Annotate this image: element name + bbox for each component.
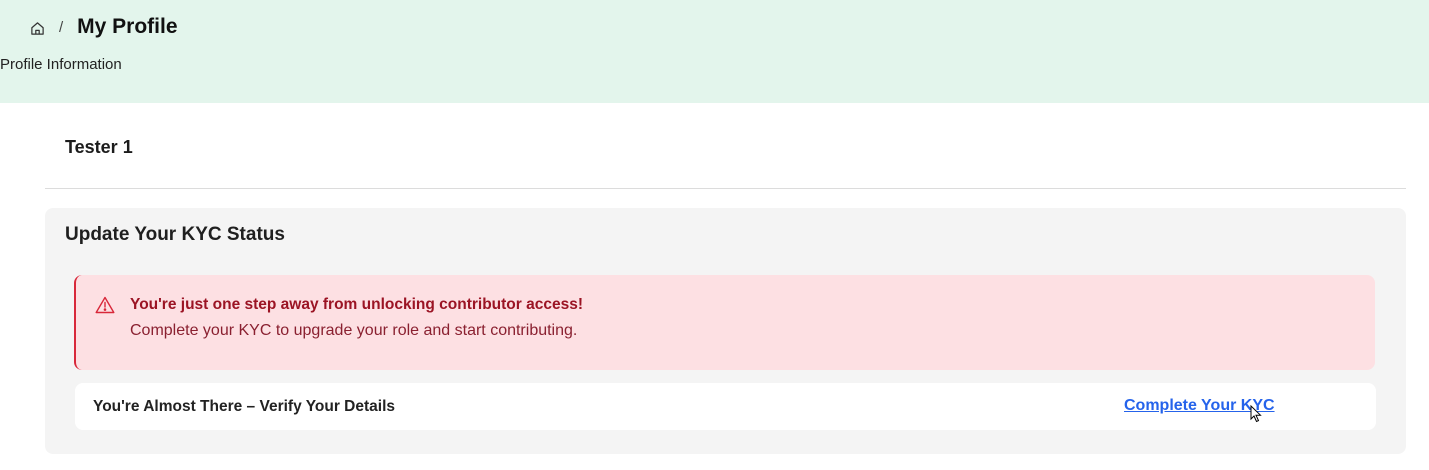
- page-header: / My Profile Profile Information: [0, 0, 1429, 103]
- home-icon[interactable]: [30, 21, 45, 36]
- complete-kyc-link[interactable]: Complete Your KYC: [1124, 397, 1275, 415]
- kyc-status-card: Update Your KYC Status You're just one s…: [45, 208, 1406, 454]
- alert-body: Complete your KYC to upgrade your role a…: [130, 322, 578, 339]
- kyc-heading: Update Your KYC Status: [65, 224, 285, 245]
- page-title: My Profile: [77, 15, 178, 38]
- breadcrumb: / My Profile: [30, 12, 178, 42]
- kyc-alert: You're just one step away from unlocking…: [74, 275, 1375, 370]
- profile-name: Tester 1: [65, 137, 133, 157]
- breadcrumb-separator: /: [59, 18, 64, 36]
- verify-details-row: You're Almost There – Verify Your Detail…: [75, 383, 1376, 430]
- verify-details-label: You're Almost There – Verify Your Detail…: [93, 398, 396, 415]
- page-subtitle: Profile Information: [0, 56, 122, 73]
- alert-title: You're just one step away from unlocking…: [130, 296, 583, 313]
- section-divider: [45, 188, 1406, 189]
- warning-triangle-icon: [95, 296, 115, 314]
